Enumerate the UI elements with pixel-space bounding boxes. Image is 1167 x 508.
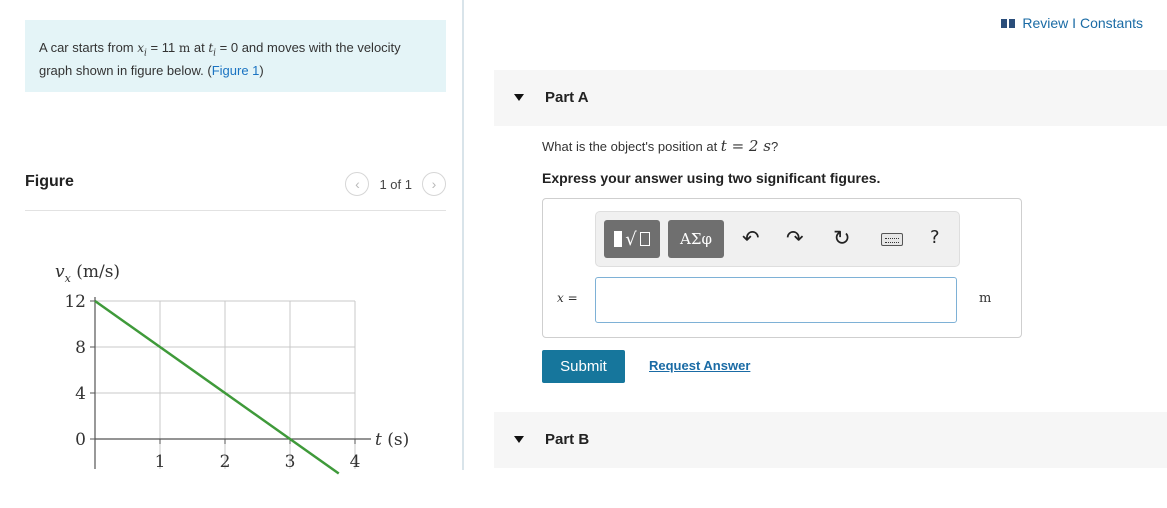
templates-icon[interactable]: √ <box>604 220 660 258</box>
x-tick-label: 4 <box>350 452 361 472</box>
question-text: What is the object's position at <box>542 139 721 154</box>
x-tick-label: 2 <box>220 452 231 472</box>
question-suffix: ? <box>770 139 779 154</box>
x-tick-label: 1 <box>155 452 166 472</box>
problem-text-eq: = 11 <box>146 40 179 55</box>
problem-text-at: at <box>190 40 209 55</box>
figure-header: Figure ‹ 1 of 1 › <box>25 166 446 211</box>
x-tick-label: 3 <box>285 452 296 472</box>
x-axis-label: t (s) <box>375 430 409 450</box>
part-b-label: Part B <box>545 431 590 448</box>
caret-down-icon <box>514 436 524 443</box>
problem-text-1: A car starts from <box>39 40 138 55</box>
variable-label: x = <box>557 291 578 305</box>
redo-icon[interactable]: ↷ <box>786 226 804 250</box>
figure-link[interactable]: Figure 1 <box>212 63 260 78</box>
math-toolbar: √ ΑΣφ ↶ ↷ ↻ ? <box>595 211 960 267</box>
unit-m: m <box>178 41 191 55</box>
velocity-line <box>94 299 340 475</box>
y-tick-label: 4 <box>75 384 86 404</box>
undo-icon[interactable]: ↶ <box>742 226 760 250</box>
submit-button[interactable]: Submit <box>542 350 625 383</box>
figure-pager: ‹ 1 of 1 › <box>345 172 446 196</box>
part-a-question: What is the object's position at t = 2 s… <box>542 137 778 155</box>
caret-down-icon <box>514 94 524 101</box>
answer-input[interactable] <box>595 277 957 323</box>
t-initial-symbol: ti <box>208 41 217 59</box>
y-axis-label: vx (m/s) <box>55 262 120 285</box>
review-constants-link[interactable]: Review I Constants <box>1001 15 1143 31</box>
y-tick-label: 8 <box>75 338 86 358</box>
answer-unit: m <box>979 291 992 306</box>
part-a-header[interactable]: Part A <box>494 70 1167 126</box>
help-button[interactable]: ? <box>930 226 940 250</box>
problem-statement: A car starts from xi = 11 m at ti = 0 an… <box>25 20 446 92</box>
pager-text: 1 of 1 <box>379 176 412 192</box>
symbols-button[interactable]: ΑΣφ <box>668 220 724 258</box>
figure-title: Figure <box>25 173 74 190</box>
left-panel: A car starts from xi = 11 m at ti = 0 an… <box>0 0 462 508</box>
chevron-right-icon[interactable]: › <box>422 172 446 196</box>
problem-close-paren: ) <box>259 63 264 79</box>
velocity-graph: 048121 2 3 4vx (m/s)t (s) <box>55 262 409 475</box>
book-icon <box>1001 18 1016 28</box>
review-label: Review I Constants <box>1022 15 1143 31</box>
right-panel: Review I Constants Part A What is the ob… <box>464 0 1167 508</box>
part-a-label: Part A <box>545 89 589 106</box>
y-tick-label: 0 <box>75 430 86 450</box>
y-tick-label: 12 <box>64 292 86 312</box>
x-initial-symbol: xi <box>137 41 147 59</box>
request-answer-link[interactable]: Request Answer <box>649 358 750 373</box>
chevron-left-icon[interactable]: ‹ <box>345 172 370 196</box>
part-b-header[interactable]: Part B <box>494 412 1167 468</box>
answer-box: √ ΑΣφ ↶ ↷ ↻ ? x = m <box>542 198 1022 338</box>
reset-icon[interactable]: ↻ <box>833 226 851 250</box>
keyboard-icon[interactable] <box>881 233 903 246</box>
question-math: t = 2 s <box>720 137 771 155</box>
part-a-instruction: Express your answer using two significan… <box>542 170 881 186</box>
